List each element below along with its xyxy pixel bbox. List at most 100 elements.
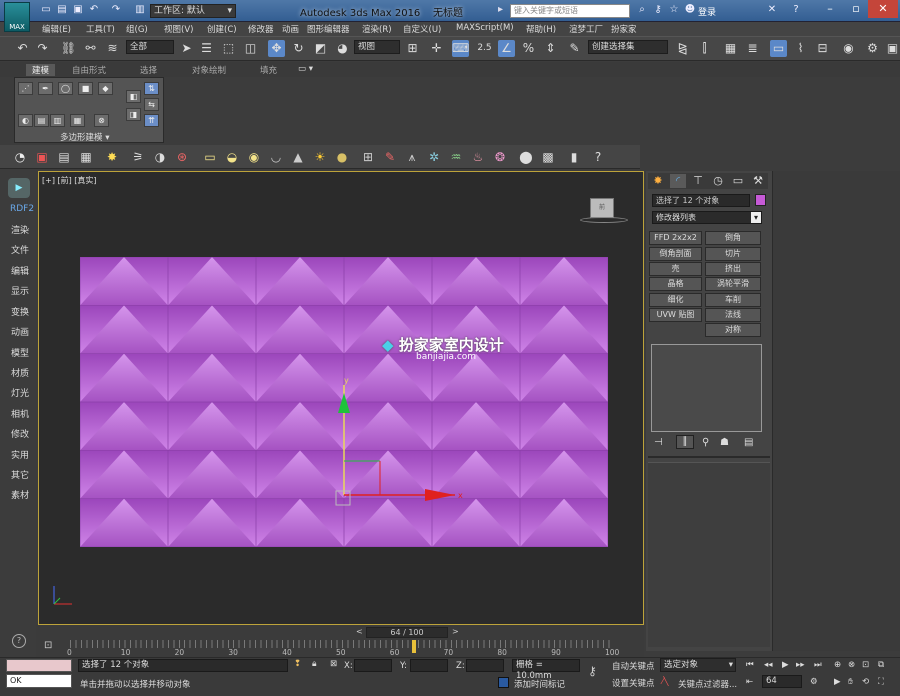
zoom-all-icon[interactable]: ⊗ bbox=[848, 660, 855, 670]
orbit-icon[interactable]: ⟲ bbox=[862, 677, 869, 687]
sidebar-item-edit[interactable]: 编辑 bbox=[11, 264, 29, 277]
infocenter-arrow-icon[interactable]: ▸ bbox=[498, 4, 503, 15]
select-manipulate-icon[interactable]: ✛ bbox=[428, 40, 445, 57]
close-button[interactable]: ✕ bbox=[868, 0, 898, 18]
pen-icon[interactable]: ✒ bbox=[38, 82, 53, 95]
graphite-toggle-icon[interactable]: ▭ bbox=[770, 40, 787, 57]
ribbon-tab-modeling[interactable]: 建模 bbox=[26, 64, 56, 76]
new-file-icon[interactable]: ▭ bbox=[40, 4, 52, 16]
select-move-icon[interactable]: ✥ bbox=[268, 40, 285, 57]
sidebar-help-icon[interactable]: ? bbox=[12, 634, 26, 648]
select-scale-icon[interactable]: ◩ bbox=[312, 40, 329, 57]
prev-frame-arrow-icon[interactable]: < bbox=[356, 627, 363, 636]
select-link-icon[interactable]: ⛓ bbox=[60, 40, 77, 57]
next-key-icon[interactable]: ▸▸ bbox=[796, 660, 805, 670]
placement-icon[interactable]: ◕ bbox=[334, 40, 351, 57]
table-icon[interactable]: ▦ bbox=[78, 149, 94, 165]
menu-group[interactable]: 组(G) bbox=[126, 23, 148, 35]
help-circle-icon[interactable]: ? bbox=[590, 149, 606, 165]
tripod-icon[interactable]: ⩚ bbox=[404, 149, 420, 165]
project-folder-icon[interactable]: ▥ bbox=[134, 4, 146, 16]
hair-icon[interactable]: ♨ bbox=[470, 149, 486, 165]
current-frame-field[interactable]: 64 bbox=[762, 675, 802, 688]
time-config-icon[interactable]: ⚙ bbox=[810, 677, 818, 687]
percent-snap-icon[interactable]: % bbox=[520, 40, 537, 57]
create-tab-icon[interactable]: ✸ bbox=[650, 174, 666, 188]
rect-selection-icon[interactable]: ⬚ bbox=[220, 40, 237, 57]
vray-icon[interactable]: ⚞ bbox=[130, 149, 146, 165]
mod-btn-tessellate[interactable]: 细化 bbox=[649, 293, 702, 307]
favorites-icon[interactable]: ☆ bbox=[668, 4, 680, 16]
maxscript-mini-listener[interactable]: OK bbox=[6, 674, 72, 688]
sky-icon[interactable]: ● bbox=[334, 149, 350, 165]
menu-modifiers[interactable]: 修改器 bbox=[248, 23, 274, 35]
maximize-button[interactable]: ▫ bbox=[842, 0, 870, 18]
edge-mode-icon[interactable]: ⋰ bbox=[18, 82, 33, 95]
add-time-tag-icon[interactable] bbox=[498, 677, 509, 688]
light-icon[interactable]: ✸ bbox=[104, 149, 120, 165]
viewport-label[interactable]: [+] [前] [真实] bbox=[42, 175, 97, 186]
dome-light-icon[interactable]: ◒ bbox=[224, 149, 240, 165]
ribbon-tab-freeform[interactable]: 自由形式 bbox=[72, 64, 106, 76]
ribbon-panel-label[interactable]: 多边形建模 ▾ bbox=[60, 131, 109, 143]
binoculars-icon[interactable]: ⌕ bbox=[636, 4, 648, 16]
menu-xuanmeng[interactable]: 渲梦工厂 bbox=[569, 23, 603, 35]
viewcube[interactable]: 前 bbox=[590, 198, 614, 218]
camera-icon[interactable]: ◔ bbox=[12, 149, 28, 165]
track-bar-icon[interactable]: ⊡ bbox=[44, 640, 52, 651]
ribbon-toggle-1-icon[interactable]: ⇅ bbox=[144, 82, 159, 95]
sidebar-item-modify[interactable]: 修改 bbox=[11, 427, 29, 440]
schematic-view-icon[interactable]: ⊟ bbox=[814, 40, 831, 57]
y-coord-field[interactable] bbox=[410, 659, 448, 672]
render-icon[interactable]: ▣ bbox=[34, 149, 50, 165]
key-icon[interactable]: ⚷ bbox=[588, 664, 597, 678]
maxscript-listener-pink[interactable] bbox=[6, 659, 72, 672]
proxy-icon[interactable]: ⊛ bbox=[174, 149, 190, 165]
sidebar-item-other[interactable]: 其它 bbox=[11, 468, 29, 481]
open-file-icon[interactable]: ▤ bbox=[56, 4, 68, 16]
help-icon[interactable]: ? bbox=[790, 4, 802, 16]
go-to-start-icon[interactable]: ⏮ bbox=[746, 660, 754, 670]
modify-tab-icon[interactable]: ◜ bbox=[670, 174, 686, 188]
modifier-list-dropdown[interactable]: 修改器列表 ▾ bbox=[652, 211, 762, 224]
preserve-uvs-icon[interactable]: ◨ bbox=[126, 108, 141, 121]
add-time-tag-label[interactable]: 添加时间标记 bbox=[514, 678, 565, 690]
angle-snap-icon[interactable]: ∠ bbox=[498, 40, 515, 57]
mod-btn-normal[interactable]: 法线 bbox=[705, 308, 761, 322]
mod-btn-extrude[interactable]: 挤出 bbox=[705, 262, 761, 276]
stack-icon[interactable]: ▤ bbox=[34, 114, 49, 127]
ies-light-icon[interactable]: ◡ bbox=[268, 149, 284, 165]
object-name-field[interactable]: 选择了 12 个对象 bbox=[652, 194, 750, 207]
sidebar-item-file[interactable]: 文件 bbox=[11, 243, 29, 256]
element-mode-icon[interactable]: ◆ bbox=[98, 82, 113, 95]
selection-lock-icon[interactable]: 🔒︎ bbox=[312, 659, 317, 669]
sidebar-item-utility[interactable]: 实用 bbox=[11, 448, 29, 461]
edit-named-sel-icon[interactable]: ✎ bbox=[566, 40, 583, 57]
pan-icon[interactable]: ✋︎ bbox=[848, 677, 853, 687]
material-editor-icon[interactable]: ◉ bbox=[840, 40, 857, 57]
sidebar-item-light[interactable]: 灯光 bbox=[11, 386, 29, 399]
menu-help[interactable]: 帮助(H) bbox=[526, 23, 556, 35]
search-input[interactable]: 键入关键字或短语 bbox=[510, 4, 630, 18]
object-color-swatch[interactable] bbox=[755, 194, 766, 206]
menu-edit[interactable]: 编辑(E) bbox=[42, 23, 71, 35]
fur-icon[interactable]: ♒ bbox=[448, 149, 464, 165]
rdf-logo-icon[interactable]: ▶ bbox=[8, 178, 30, 198]
align-icon[interactable]: ⫿ bbox=[696, 40, 713, 57]
utilities-tab-icon[interactable]: ⚒ bbox=[750, 174, 766, 188]
polygon-mode-icon[interactable]: ■ bbox=[78, 82, 93, 95]
cone-icon[interactable]: ▲ bbox=[290, 149, 306, 165]
sidebar-item-animation[interactable]: 动画 bbox=[11, 325, 29, 338]
ribbon-tab-object-paint[interactable]: 对象绘制 bbox=[192, 64, 226, 76]
reference-coord-dropdown[interactable]: 视图 bbox=[354, 40, 400, 54]
zoom-extents-all-icon[interactable]: ⧉ bbox=[878, 660, 884, 670]
mod-btn-lattice[interactable]: 晶格 bbox=[649, 277, 702, 291]
prev-key-icon[interactable]: ◂◂ bbox=[764, 660, 773, 670]
plane-light-icon[interactable]: ▭ bbox=[202, 149, 218, 165]
isolate-selection-icon[interactable]: ❢ bbox=[294, 659, 301, 669]
exchange-icon[interactable]: ✕ bbox=[766, 4, 778, 16]
sphere-light-icon[interactable]: ◉ bbox=[246, 149, 262, 165]
sidebar-item-render[interactable]: 渲染 bbox=[11, 223, 29, 236]
mod-btn-turbosmooth[interactable]: 涡轮平滑 bbox=[705, 277, 761, 291]
remove-icon[interactable]: ⊗ bbox=[94, 114, 109, 127]
